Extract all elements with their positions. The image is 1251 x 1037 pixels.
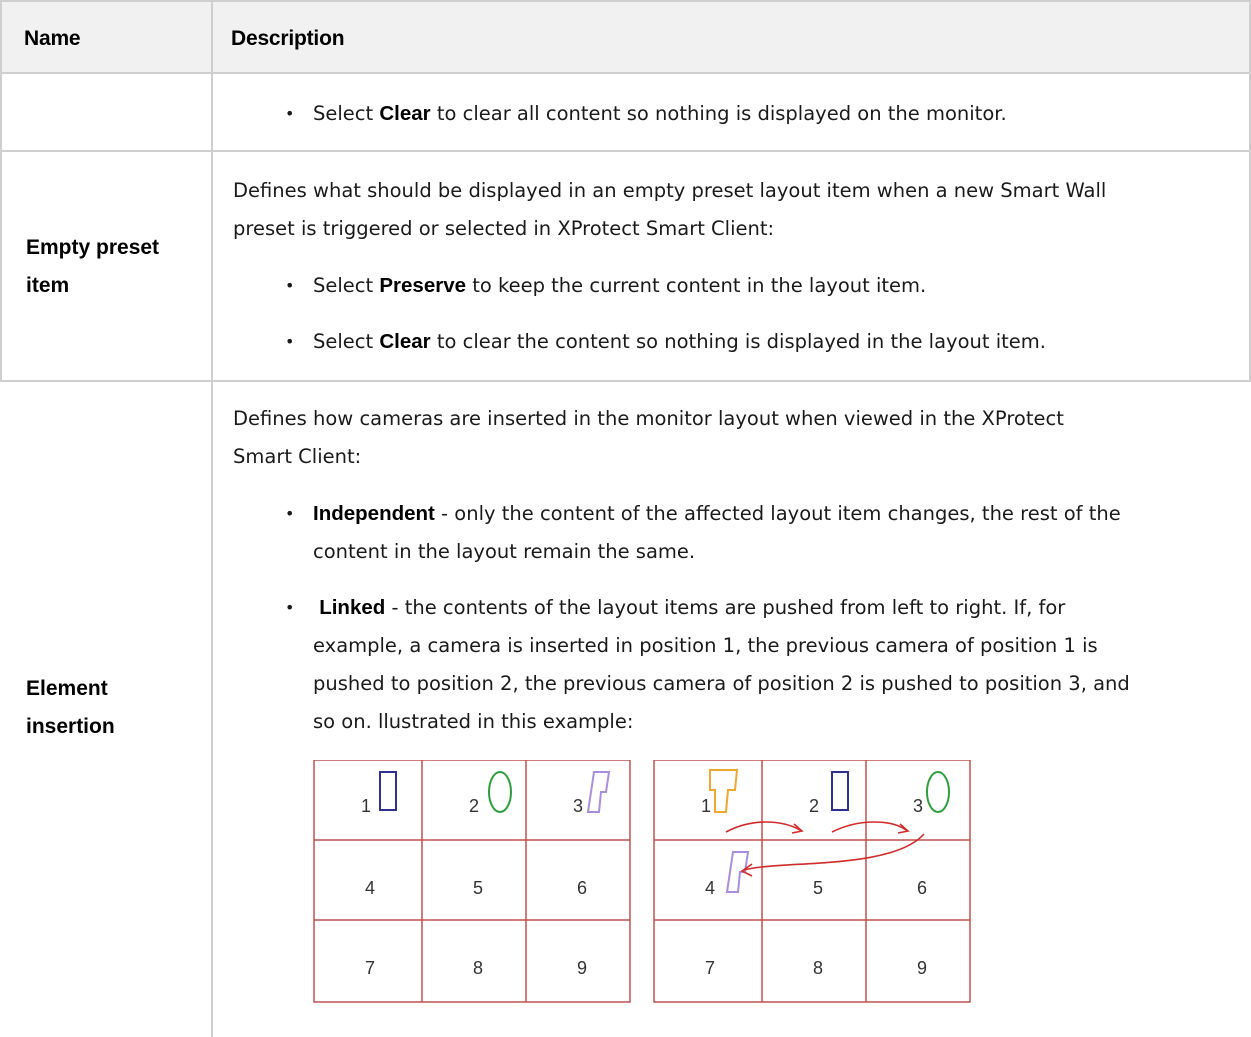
description-table: Name Description Select Clear to clear a… [0, 0, 1251, 1037]
row-name-empty-preset-item: Empty preset item [26, 236, 160, 297]
grid-cell-number: 8 [813, 958, 823, 978]
grid-cell-number: 7 [705, 958, 715, 978]
list-item: Independent - only the content of the af… [285, 495, 1223, 571]
row-description-intro: Defines what should be displayed in an e… [233, 179, 1107, 240]
grid-cell-number: 8 [473, 958, 483, 978]
grid-cell-number: 4 [705, 878, 715, 898]
grid-cell-number: 1 [361, 796, 371, 816]
grid-cell-number: 3 [913, 796, 923, 816]
grid-cell-number: 2 [469, 796, 479, 816]
column-divider [211, 0, 213, 1037]
list-item: Select Clear to clear the content so not… [285, 323, 1223, 361]
table-border-left [0, 0, 2, 381]
header-description: Description [231, 27, 345, 50]
grid-cell-number: 6 [577, 878, 587, 898]
row-divider [0, 72, 1251, 74]
grid-cell-number: 6 [917, 878, 927, 898]
list-item: Select Clear to clear all content so not… [285, 95, 1223, 133]
left-layout-grid: 1 2 3 4 5 6 7 8 9 [313, 760, 631, 1003]
list-item: Select Preserve to keep the current cont… [285, 267, 1223, 305]
grid-cell-number: 7 [365, 958, 375, 978]
grid-cell-number: 3 [573, 796, 583, 816]
row-divider [0, 150, 1251, 152]
right-layout-grid: 1 2 3 4 5 6 7 8 9 [653, 760, 971, 1003]
grid-cell-number: 1 [701, 796, 711, 816]
row-divider [0, 380, 1251, 382]
grid-cell-number: 9 [917, 958, 927, 978]
row-description-intro: Defines how cameras are inserted in the … [233, 407, 1064, 468]
grid-cell-number: 4 [365, 878, 375, 898]
grid-cell-number: 5 [473, 878, 483, 898]
table-header: Name Description [0, 0, 1251, 72]
table-border-top [0, 0, 1251, 2]
grid-cell-number: 2 [809, 796, 819, 816]
row-name-element-insertion: Element insertion [26, 677, 115, 738]
grid-cell-number: 9 [577, 958, 587, 978]
list-item: Linked - the contents of the layout item… [285, 589, 1223, 741]
element-insertion-illustration: 1 2 3 4 5 6 7 8 9 1 2 3 4 5 6 7 8 9 [313, 760, 971, 1003]
header-name: Name [24, 27, 81, 50]
grid-cell-number: 5 [813, 878, 823, 898]
